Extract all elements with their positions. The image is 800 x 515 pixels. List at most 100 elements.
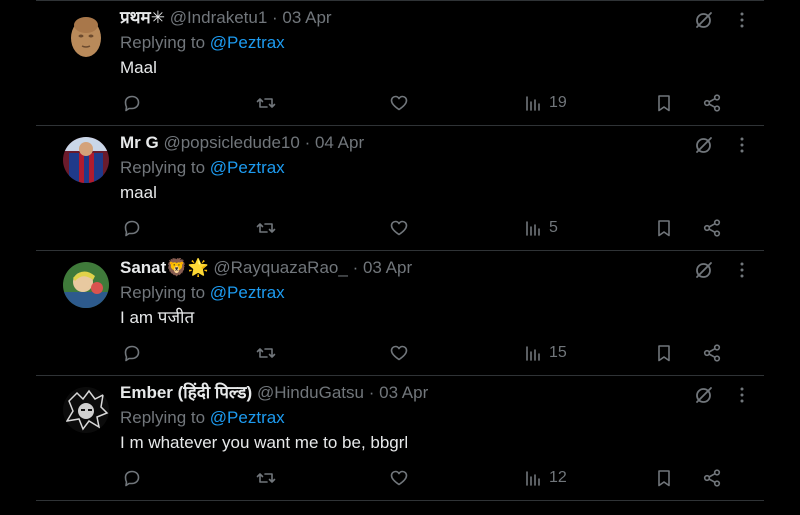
tweet-text: Maal xyxy=(120,58,157,77)
reply-icon xyxy=(124,95,140,112)
user-handle[interactable]: @Indraketu1 xyxy=(170,8,268,27)
tweet-top-actions xyxy=(694,8,764,32)
views-button[interactable]: 5 xyxy=(523,217,558,239)
views-button[interactable]: 15 xyxy=(523,342,567,364)
repost-button[interactable] xyxy=(256,92,276,114)
replying-to-line: Replying to @Peztrax xyxy=(120,281,285,305)
reply-feed: प्रथम✳ @Indraketu1 · 03 Apr Replying to … xyxy=(0,0,800,515)
repost-button[interactable] xyxy=(256,217,276,239)
reply-icon xyxy=(124,470,140,487)
more-options-icon[interactable] xyxy=(732,385,752,405)
views-button[interactable]: 12 xyxy=(523,467,567,489)
avatar[interactable] xyxy=(63,12,109,58)
replying-to-label: Replying to xyxy=(120,408,206,427)
separator: · xyxy=(352,258,359,277)
grok-icon[interactable] xyxy=(694,260,714,280)
tweet-header: Sanat🦁🌟 @RayquazaRao_ · 03 Apr xyxy=(120,256,412,280)
share-icon xyxy=(703,94,721,112)
repost-icon xyxy=(256,98,276,108)
replying-to-line: Replying to @Peztrax xyxy=(120,156,285,180)
bookmark-button[interactable] xyxy=(654,342,674,364)
views-chart-icon xyxy=(526,471,540,486)
replying-to-line: Replying to @Peztrax xyxy=(120,406,285,430)
views-chart-icon xyxy=(526,96,540,111)
display-name[interactable]: Mr G xyxy=(120,133,159,152)
bookmark-icon xyxy=(658,345,670,362)
heart-icon xyxy=(390,345,408,361)
user-handle[interactable]: @HinduGatsu xyxy=(257,383,364,402)
bookmark-icon xyxy=(658,470,670,487)
bookmark-button[interactable] xyxy=(654,217,674,239)
bookmark-button[interactable] xyxy=(654,467,674,489)
separator: · xyxy=(304,133,311,152)
bookmark-button[interactable] xyxy=(654,92,674,114)
heart-icon xyxy=(390,220,408,236)
replying-to-label: Replying to xyxy=(120,33,206,52)
heart-icon xyxy=(390,470,408,486)
more-options-icon[interactable] xyxy=(732,10,752,30)
reply-tweet[interactable]: Sanat🦁🌟 @RayquazaRao_ · 03 Apr Replying … xyxy=(36,250,764,375)
share-icon xyxy=(703,219,721,237)
views-count: 5 xyxy=(549,219,558,236)
reply-tweet[interactable]: Mr G @popsicledude10 · 04 Apr Replying t… xyxy=(36,125,764,250)
mention-link[interactable]: @Peztrax xyxy=(210,158,285,177)
mention-link[interactable]: @Peztrax xyxy=(210,33,285,52)
mention-link[interactable]: @Peztrax xyxy=(210,283,285,302)
reply-button[interactable] xyxy=(122,217,142,239)
replying-to-label: Replying to xyxy=(120,158,206,177)
divider xyxy=(36,500,764,501)
reply-tweet[interactable]: प्रथम✳ @Indraketu1 · 03 Apr Replying to … xyxy=(36,0,764,125)
tweet-date[interactable]: 03 Apr xyxy=(379,383,428,402)
display-name[interactable]: Ember (हिंदी पिल्ड) xyxy=(120,383,252,402)
more-options-icon[interactable] xyxy=(732,135,752,155)
tweet-actions: 12 xyxy=(120,467,730,491)
repost-icon xyxy=(256,348,276,358)
avatar[interactable] xyxy=(63,262,109,308)
display-name[interactable]: प्रथम✳ xyxy=(120,8,165,27)
share-button[interactable] xyxy=(702,92,722,114)
tweet-actions: 5 xyxy=(120,217,730,241)
tweet-top-actions xyxy=(694,383,764,407)
grok-icon[interactable] xyxy=(694,385,714,405)
like-button[interactable] xyxy=(389,467,409,489)
tweet-top-actions xyxy=(694,133,764,157)
grok-icon[interactable] xyxy=(694,10,714,30)
replying-to-label: Replying to xyxy=(120,283,206,302)
tweet-date[interactable]: 03 Apr xyxy=(363,258,412,277)
display-name[interactable]: Sanat🦁🌟 xyxy=(120,258,209,277)
separator: · xyxy=(272,8,278,27)
repost-button[interactable] xyxy=(256,467,276,489)
reply-button[interactable] xyxy=(122,467,142,489)
like-button[interactable] xyxy=(389,92,409,114)
share-icon xyxy=(703,469,721,487)
reply-button[interactable] xyxy=(122,92,142,114)
mention-link[interactable]: @Peztrax xyxy=(210,408,285,427)
like-button[interactable] xyxy=(389,342,409,364)
repost-button[interactable] xyxy=(256,342,276,364)
tweet-date[interactable]: 03 Apr xyxy=(282,8,331,27)
tweet-actions: 15 xyxy=(120,342,730,366)
reply-button[interactable] xyxy=(122,342,142,364)
tweet-actions: 19 xyxy=(120,92,730,116)
tweet-date[interactable]: 04 Apr xyxy=(315,133,364,152)
share-button[interactable] xyxy=(702,342,722,364)
user-handle[interactable]: @popsicledude10 xyxy=(163,133,299,152)
reply-tweet[interactable]: Ember (हिंदी पिल्ड) @HinduGatsu · 03 Apr… xyxy=(36,375,764,500)
views-count: 15 xyxy=(549,344,567,361)
views-chart-icon xyxy=(526,221,540,236)
share-button[interactable] xyxy=(702,217,722,239)
views-button[interactable]: 19 xyxy=(523,92,567,114)
avatar[interactable] xyxy=(63,387,109,433)
views-count: 12 xyxy=(549,469,567,486)
tweet-top-actions xyxy=(694,258,764,282)
views-chart-icon xyxy=(526,346,540,361)
like-button[interactable] xyxy=(389,217,409,239)
more-options-icon[interactable] xyxy=(732,260,752,280)
grok-icon[interactable] xyxy=(694,135,714,155)
heart-icon xyxy=(390,95,408,111)
repost-icon xyxy=(256,223,276,233)
bookmark-icon xyxy=(658,95,670,112)
avatar[interactable] xyxy=(63,137,109,183)
user-handle[interactable]: @RayquazaRao_ xyxy=(213,258,347,277)
share-button[interactable] xyxy=(702,467,722,489)
